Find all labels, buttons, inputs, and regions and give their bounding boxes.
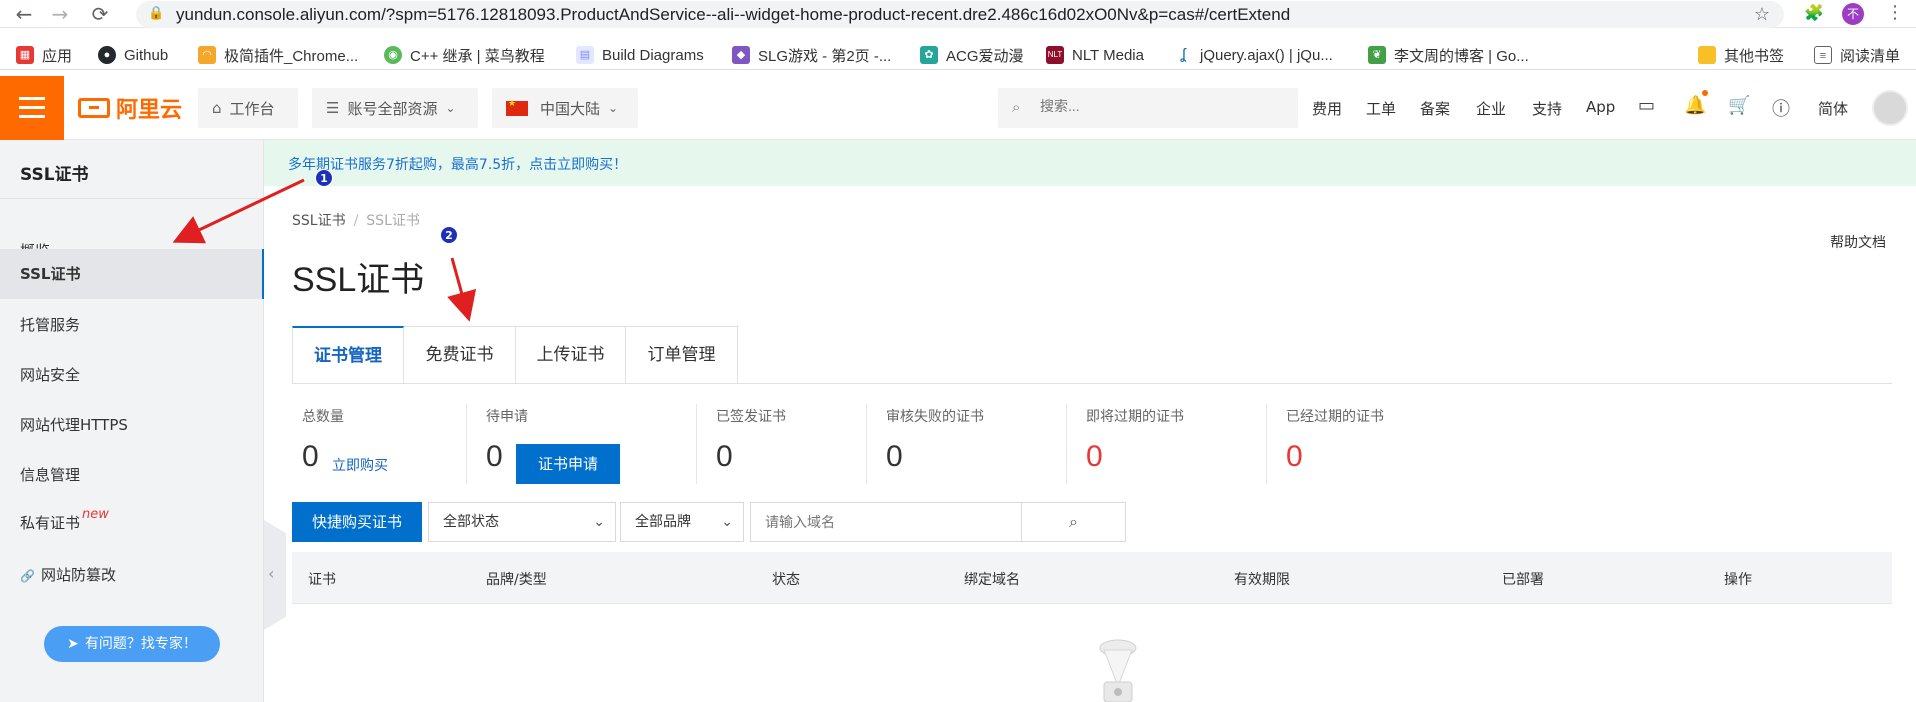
annotation-badge-1: 1: [315, 169, 333, 187]
annotation-badge-2: 2: [440, 226, 458, 244]
annotation-layer: [172, 178, 477, 322]
annotation-arrow-2: [447, 257, 477, 322]
annotation-arrow-1: [172, 178, 305, 244]
